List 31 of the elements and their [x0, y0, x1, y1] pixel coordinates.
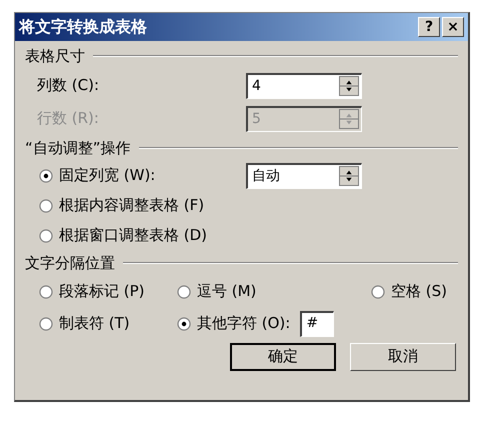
- option-label[interactable]: 固定列宽 (W):: [59, 164, 156, 187]
- spinner-arrows-icon[interactable]: [339, 76, 359, 96]
- spin-field[interactable]: 自动: [246, 162, 362, 188]
- spin-field[interactable]: 4: [246, 72, 362, 98]
- input-field[interactable]: #: [300, 310, 334, 336]
- radio-button[interactable]: [39, 198, 53, 212]
- section-heading: “自动调整”操作: [25, 138, 131, 158]
- window-title: 将文字转换成表格: [19, 16, 148, 38]
- option-label[interactable]: 段落标记 (P): [59, 280, 145, 303]
- radio-button[interactable]: [39, 228, 53, 242]
- option-label[interactable]: 根据内容调整表格 (F): [59, 194, 204, 217]
- section-heading: 文字分隔位置: [25, 253, 115, 274]
- option-label[interactable]: 其他字符 (O):: [197, 312, 290, 335]
- field-label: 列数 (C):: [37, 75, 100, 96]
- help-button[interactable]: ?: [418, 17, 440, 37]
- dialog-button[interactable]: 确定: [230, 342, 336, 370]
- radio-button[interactable]: [371, 284, 385, 298]
- option-label[interactable]: 根据窗口调整表格 (D): [59, 224, 208, 247]
- close-button[interactable]: ×: [442, 17, 464, 37]
- radio-button[interactable]: [39, 316, 53, 330]
- option-label[interactable]: 逗号 (M): [197, 280, 256, 303]
- radio-button[interactable]: [39, 284, 53, 298]
- option-label[interactable]: 空格 (S): [391, 280, 447, 303]
- radio-button[interactable]: [177, 284, 191, 298]
- radio-button[interactable]: [177, 316, 191, 330]
- field-label: 行数 (R):: [37, 108, 100, 130]
- radio-button[interactable]: [39, 168, 53, 182]
- dialog-button[interactable]: 取消: [350, 342, 456, 370]
- option-label[interactable]: 制表符 (T): [59, 312, 130, 335]
- section-heading: 表格尺寸: [25, 46, 85, 67]
- spinner-arrows-icon[interactable]: [339, 166, 359, 186]
